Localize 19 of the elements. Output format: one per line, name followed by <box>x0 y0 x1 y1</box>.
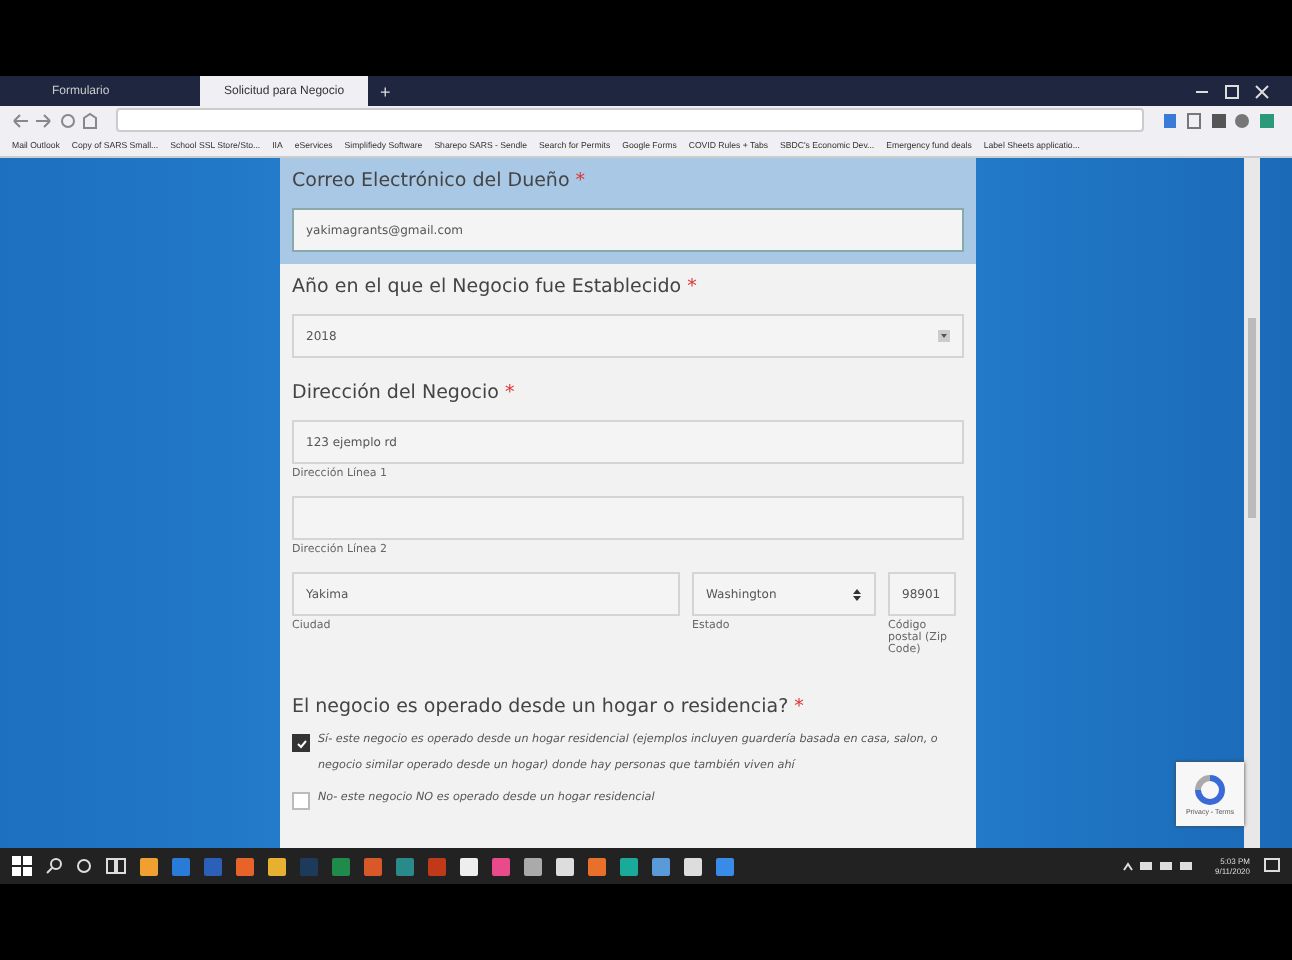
checkbox[interactable] <box>292 734 310 752</box>
new-tab-button[interactable]: + <box>372 76 399 106</box>
dropdown-icon <box>938 330 950 342</box>
field-label: Correo Electrónico del Dueño * <box>292 170 588 192</box>
address-line-input[interactable] <box>292 496 964 540</box>
field-label: El negocio es operado desde un hogar o residencia? * <box>292 696 806 718</box>
field-label: Dirección del Negocio * <box>292 382 517 404</box>
navigation-icon[interactable] <box>12 111 100 129</box>
dropdown-icon <box>852 587 862 601</box>
task-view-icon[interactable] <box>106 858 126 874</box>
field-label: Año en el que el Negocio fue Establecido * <box>292 276 699 298</box>
checkbox[interactable] <box>292 792 310 810</box>
search-icon[interactable] <box>46 858 62 874</box>
toolbar-icon[interactable] <box>1160 111 1280 129</box>
notification-icon[interactable] <box>1264 858 1280 874</box>
window-controls-icon[interactable] <box>1192 83 1272 99</box>
start-icon[interactable] <box>12 856 32 876</box>
scrollbar[interactable] <box>1244 158 1260 848</box>
recaptcha-icon <box>1192 773 1228 805</box>
